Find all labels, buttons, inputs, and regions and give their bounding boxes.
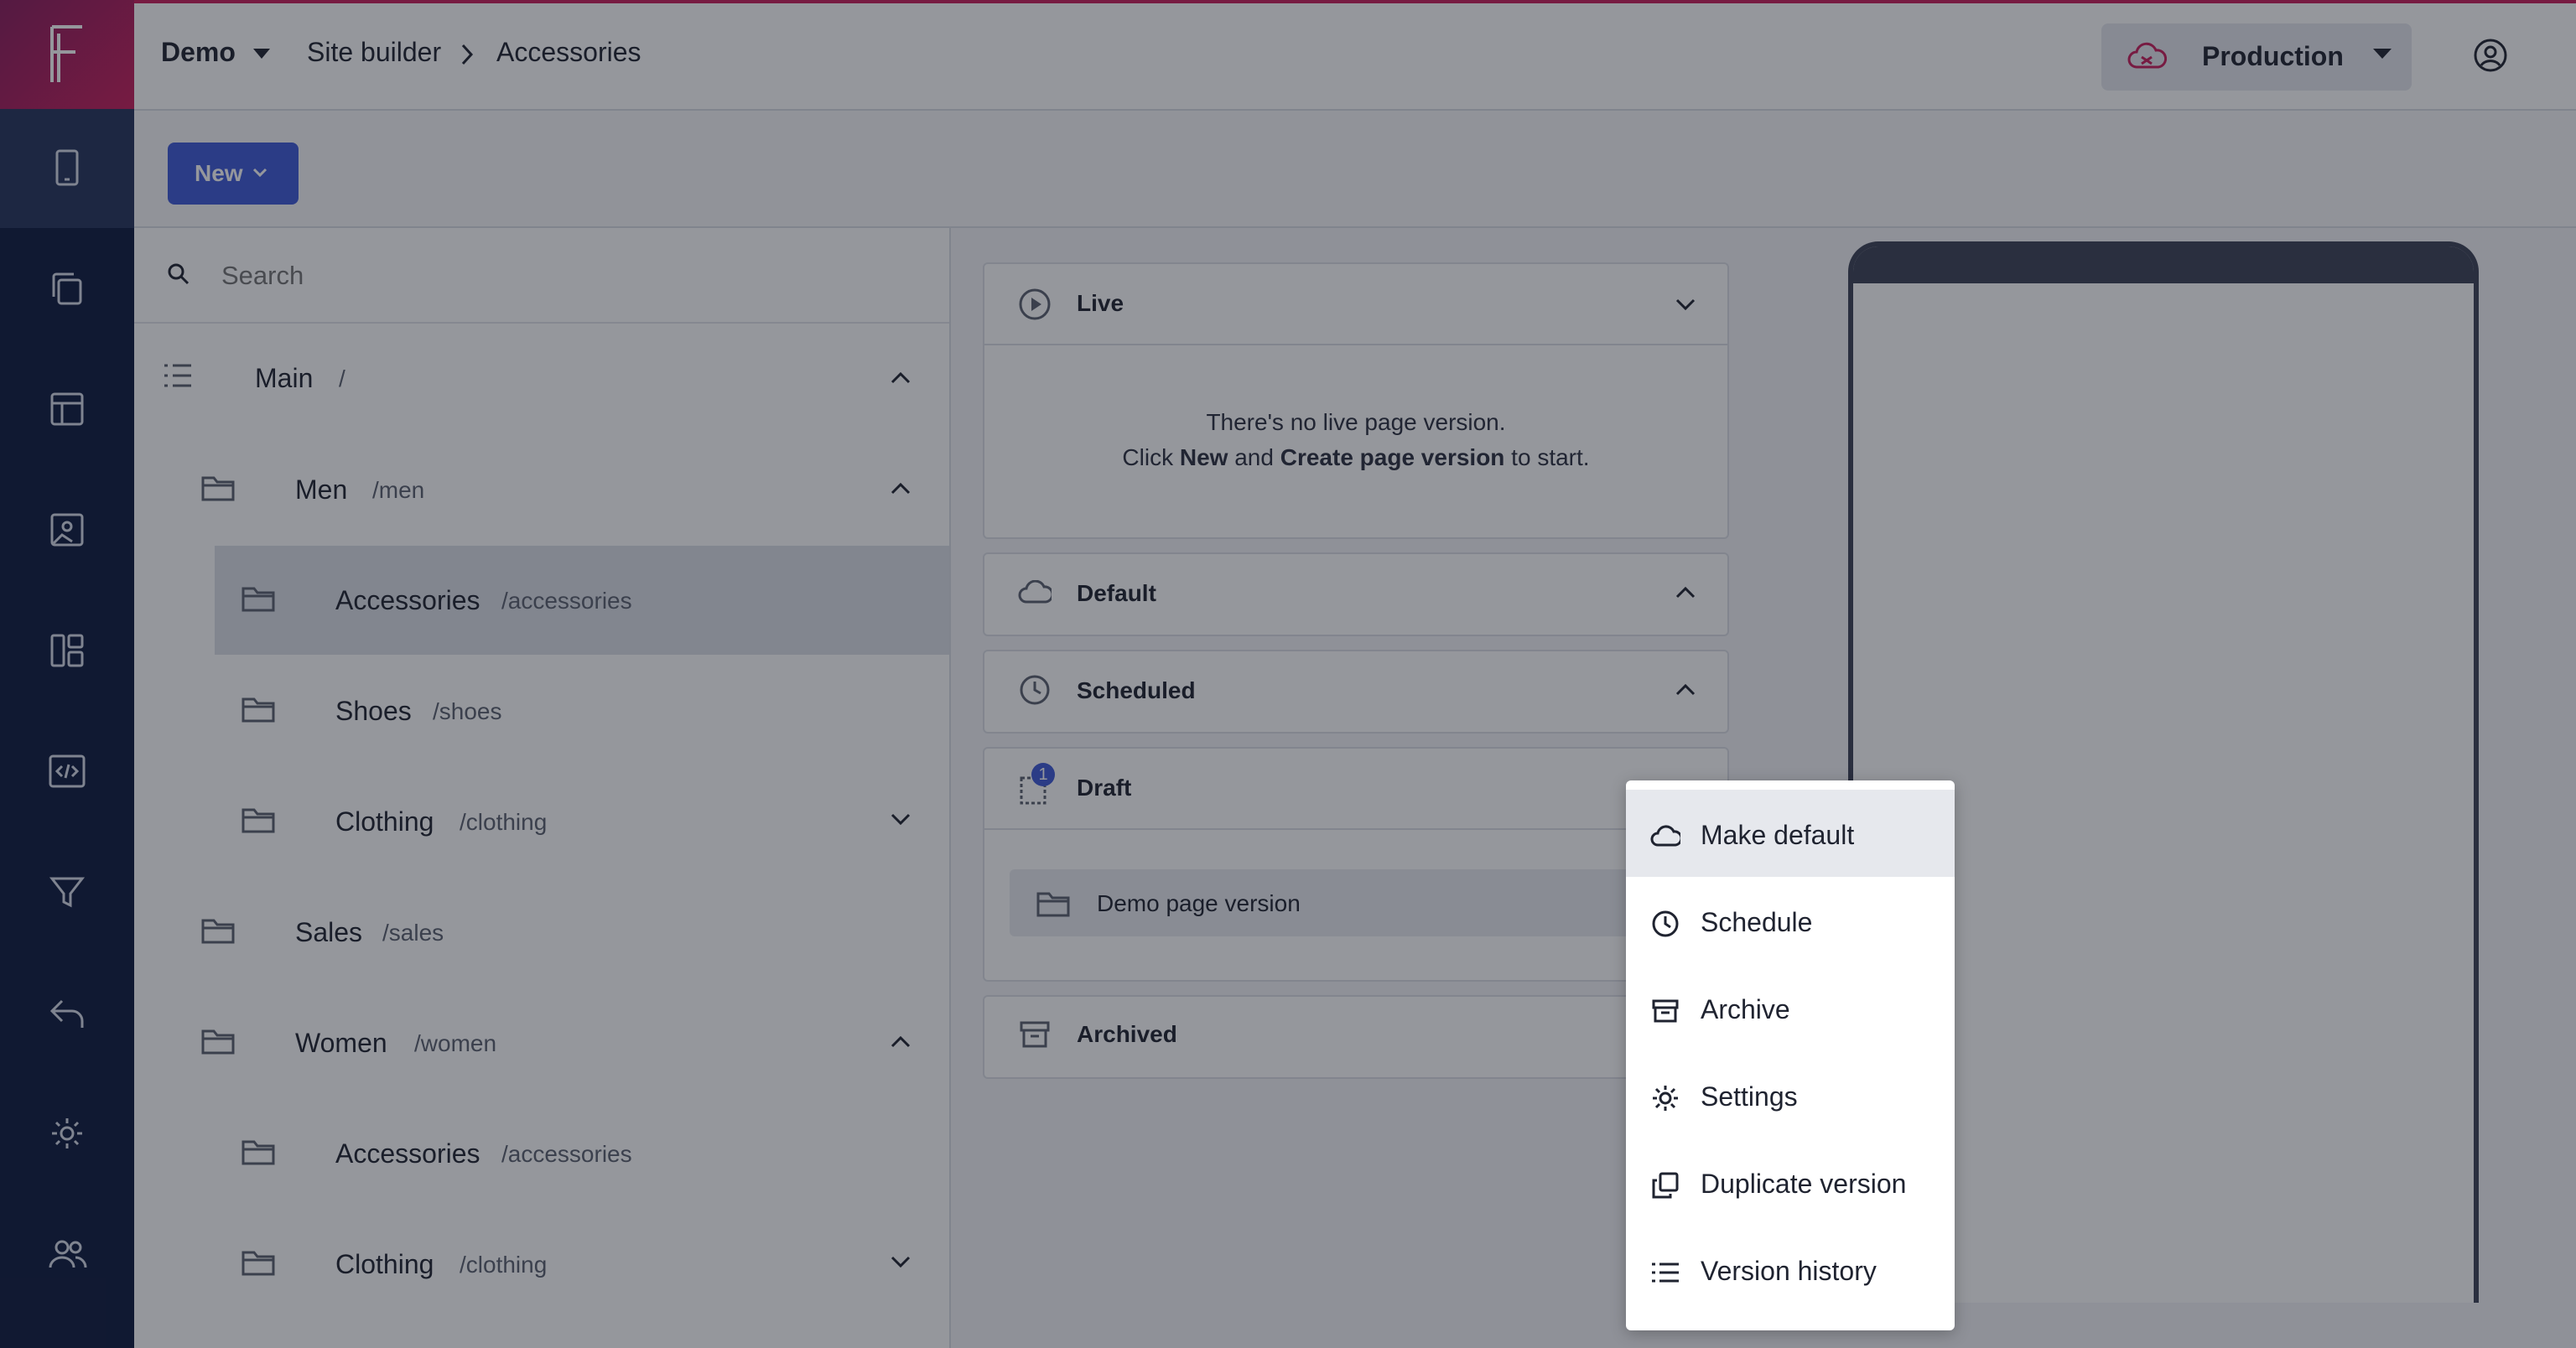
modal-overlay[interactable] — [0, 0, 2576, 1348]
gear-icon — [1650, 1083, 1680, 1113]
list-icon — [1650, 1257, 1680, 1288]
menu-item-archive[interactable]: Archive — [1701, 994, 1790, 1025]
archive-icon — [1650, 996, 1680, 1026]
cloud-icon — [1650, 825, 1680, 848]
duplicate-icon — [1650, 1170, 1680, 1200]
menu-item-version-history[interactable]: Version history — [1701, 1256, 1877, 1287]
menu-item-settings[interactable]: Settings — [1701, 1081, 1798, 1112]
clock-icon — [1650, 909, 1680, 939]
menu-item-schedule[interactable]: Schedule — [1701, 907, 1812, 938]
menu-item-duplicate-version[interactable]: Duplicate version — [1701, 1169, 1906, 1200]
menu-item-make-default[interactable]: Make default — [1701, 820, 1854, 851]
